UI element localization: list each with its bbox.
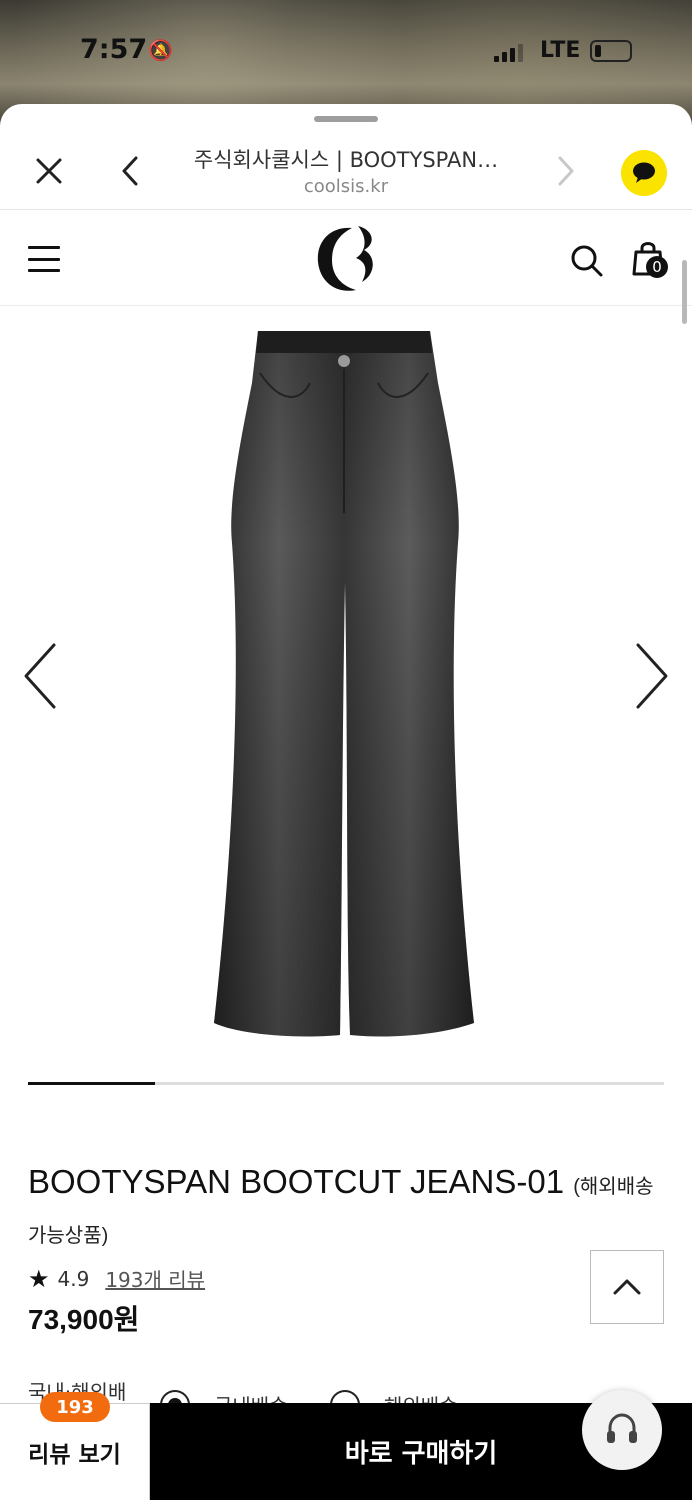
status-time: 7:57 [80,34,148,65]
network-label: LTE [540,38,581,63]
gallery-next-icon[interactable] [632,641,672,711]
browser-sheet: 주식회사쿨시스 | BOOTYSPAN… coolsis.kr 0 BOOTYS… [0,104,692,1500]
rating-row: ★ 4.9 193개 리뷰 [28,1264,205,1293]
brand-logo[interactable] [312,222,378,296]
silent-bell-icon: 🔕 [148,38,173,62]
forward-chevron-icon[interactable] [548,150,584,192]
star-icon: ★ [28,1264,50,1293]
reviews-link[interactable]: 193개 리뷰 [105,1264,205,1293]
browser-toolbar: 주식회사쿨시스 | BOOTYSPAN… coolsis.kr [0,128,692,210]
review-count-badge: 193 [40,1392,110,1422]
gallery-progress-fill [28,1082,156,1085]
buy-now-label: 바로 구매하기 [344,1439,498,1469]
page-url: coolsis.kr [303,176,389,197]
page-title: 주식회사쿨시스 | BOOTYSPAN… [193,148,499,172]
menu-icon[interactable] [28,246,60,272]
search-icon[interactable] [570,244,604,278]
headset-icon[interactable] [582,1390,662,1470]
chevron-up-icon [613,1279,641,1295]
view-reviews-button[interactable]: 193 리뷰 보기 [0,1392,150,1500]
battery-icon [590,40,632,62]
product-gallery[interactable] [0,309,692,1089]
chat-icon[interactable] [621,150,667,196]
gallery-prev-icon[interactable] [20,641,60,711]
rating-value: 4.9 [57,1266,90,1291]
product-price: 73,900원 [28,1304,140,1335]
signal-icon [494,44,523,62]
product-image [214,331,474,1037]
close-icon[interactable] [28,150,70,192]
product-name: BOOTYSPAN BOOTCUT JEANS-01 [28,1163,565,1200]
scroll-top-button[interactable] [590,1250,664,1324]
view-reviews-label: 리뷰 보기 [28,1442,121,1468]
back-chevron-icon[interactable] [112,150,148,192]
cart-count-badge: 0 [646,256,668,278]
sheet-grabber[interactable] [314,116,378,122]
gallery-progress [28,1082,664,1085]
site-header [0,210,692,306]
product-title: BOOTYSPAN BOOTCUT JEANS-01 (해외배송 가능상품) [28,1160,668,1258]
status-bar: 7:57 🔕 LTE [0,30,692,74]
